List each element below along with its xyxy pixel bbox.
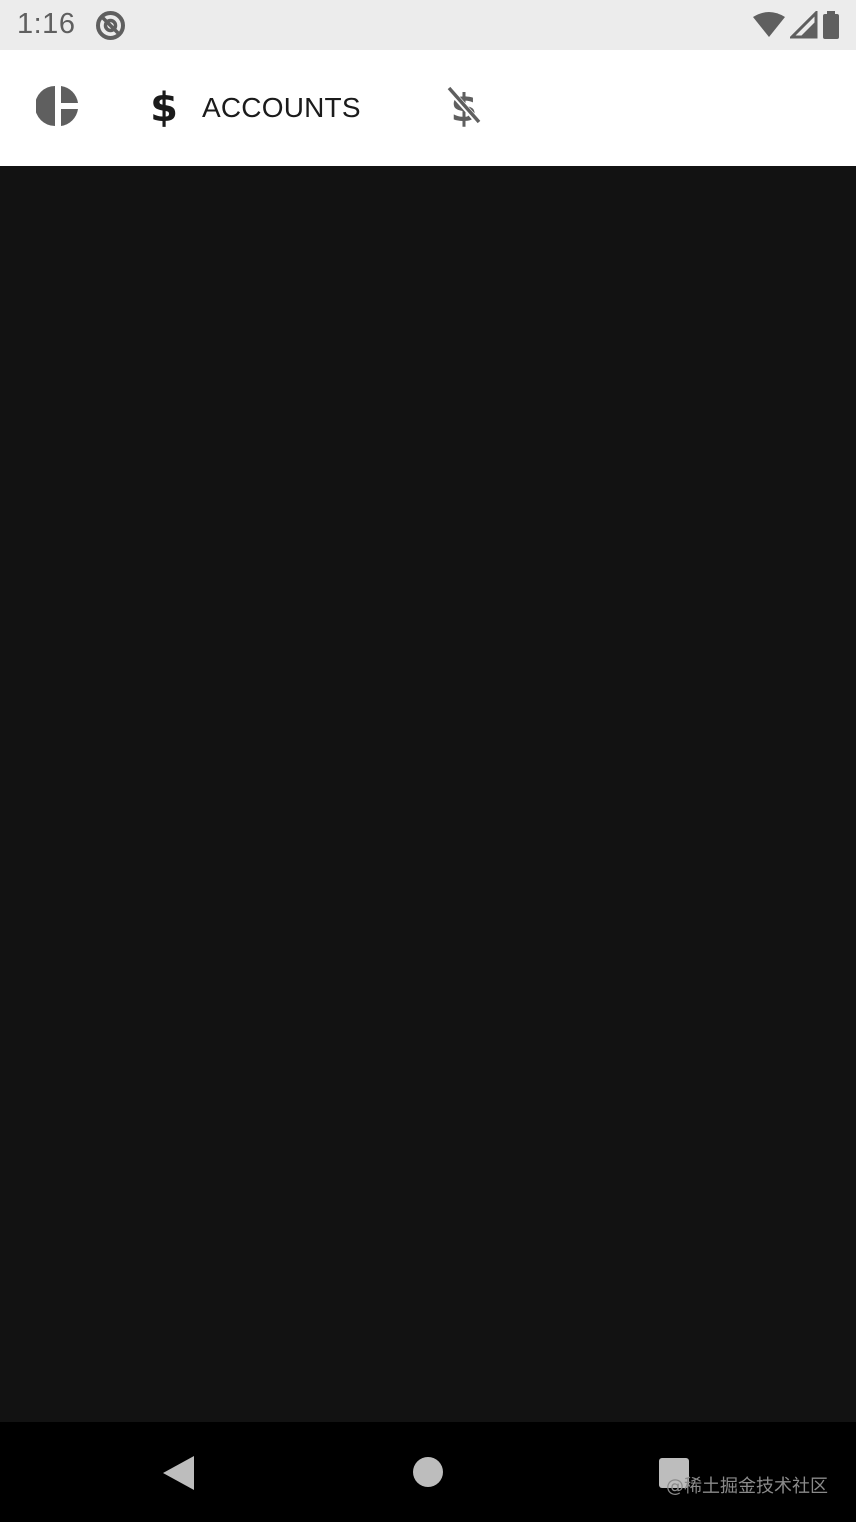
pie-chart-icon	[35, 84, 80, 133]
dollar-icon: $	[148, 84, 180, 133]
cell-signal-icon	[788, 9, 818, 44]
tab-bills[interactable]: $	[424, 50, 504, 166]
status-bar: 1:16	[0, 0, 856, 50]
wifi-icon	[752, 11, 786, 44]
tab-bar: $ ACCOUNTS $	[0, 50, 856, 166]
app-notification-icon	[95, 10, 126, 41]
back-icon[interactable]	[160, 1454, 196, 1497]
tab-overview[interactable]	[18, 50, 98, 166]
battery-icon	[822, 11, 840, 44]
status-icons	[752, 9, 840, 44]
main-content	[0, 166, 856, 1422]
money-off-icon: $	[444, 84, 484, 133]
svg-text:$: $	[150, 85, 178, 128]
home-icon[interactable]	[411, 1455, 445, 1494]
tab-accounts-label: ACCOUNTS	[202, 92, 361, 123]
tab-accounts[interactable]: $ ACCOUNTS	[148, 50, 388, 166]
system-nav-bar: @稀土掘金技术社区	[0, 1422, 856, 1522]
watermark-text: @稀土掘金技术社区	[666, 1476, 828, 1497]
status-time: 1:16	[17, 8, 76, 40]
